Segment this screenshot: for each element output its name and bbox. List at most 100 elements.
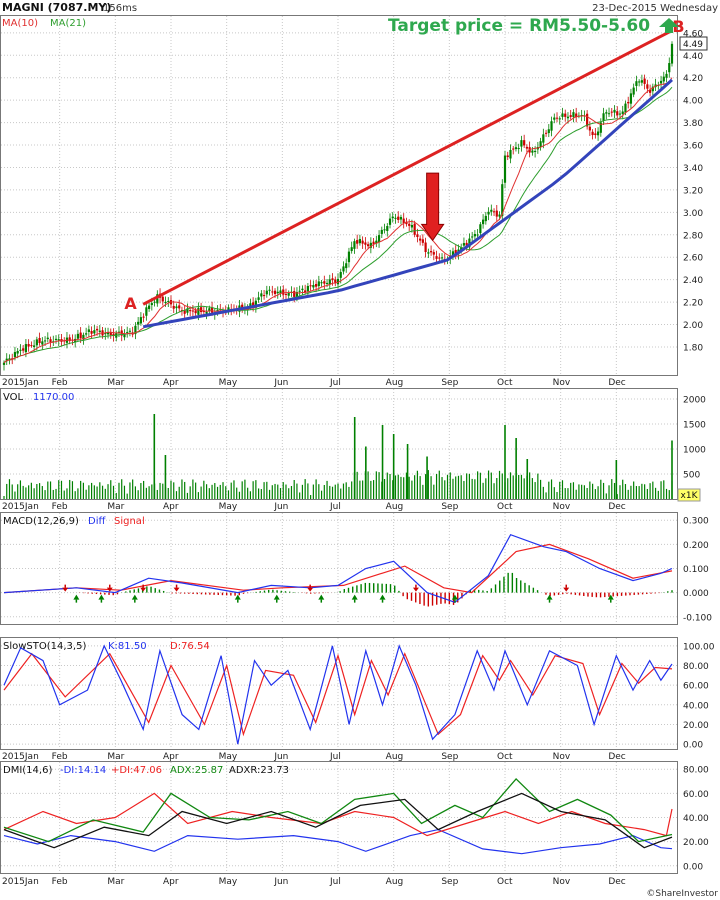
- candle-body: [495, 210, 498, 217]
- y-tick-label: 80.00: [683, 662, 709, 672]
- candle-body: [479, 224, 482, 234]
- y-tick-label: 2.40: [683, 276, 703, 286]
- volume-scale: x1K: [681, 491, 699, 501]
- candle-body: [150, 303, 153, 306]
- x-tick-label: Jun: [273, 378, 288, 388]
- candle-body: [147, 305, 151, 309]
- sto-title: SlowSTO(14,3,5): [3, 641, 86, 652]
- x-tick-label: Feb: [52, 877, 68, 887]
- candle-body: [487, 211, 490, 215]
- y-tick-label: 1000: [683, 446, 706, 456]
- candle-body: [613, 109, 616, 113]
- x-tick-label: Jun: [273, 752, 288, 762]
- x-tick-label: Jul: [329, 378, 341, 388]
- candle-body: [191, 310, 195, 312]
- candle-body: [539, 141, 542, 148]
- grid-lines: [1, 16, 677, 873]
- macd-signal-markers: [62, 584, 614, 603]
- candle-body: [38, 338, 41, 343]
- candle-body: [432, 252, 435, 255]
- candle-body: [342, 266, 345, 272]
- candle-body: [424, 242, 427, 252]
- x-tick-label: Sep: [441, 378, 458, 388]
- candle-body: [665, 73, 668, 78]
- candle-body: [662, 76, 665, 82]
- candle-body: [95, 328, 99, 331]
- y-tick-label: 3.60: [683, 142, 703, 152]
- buy-marker-icon: [318, 594, 325, 600]
- candle-body: [189, 310, 192, 312]
- x-tick-label: Nov: [553, 877, 571, 887]
- buy-marker-icon: [273, 594, 280, 600]
- candle-body: [345, 263, 348, 269]
- month-axis: 2015Jan Feb Mar Apr May Jun Jul Aug Sep Oct Nov Dec…: [2, 378, 626, 887]
- candle-body: [139, 317, 142, 324]
- y-tick-label: 2.60: [683, 254, 703, 264]
- candle-body: [161, 296, 164, 302]
- candle-body: [643, 78, 646, 84]
- candle-body: [668, 63, 671, 73]
- candle-body: [484, 215, 487, 222]
- candle-body: [506, 155, 509, 158]
- value-axis: 1.80 2.00 2.20 2.40 2.60 2.80 3.00 3.20 3.40 3.60…: [683, 29, 715, 872]
- candle-body: [421, 239, 424, 243]
- candle-body: [323, 281, 326, 284]
- x-tick-label: Apr: [163, 877, 179, 887]
- candle-body: [525, 146, 529, 149]
- sell-marker-icon: [173, 587, 180, 592]
- x-tick-label: Mar: [107, 752, 124, 762]
- candle-body: [298, 290, 301, 292]
- x-tick-label: Feb: [52, 502, 68, 512]
- y-tick-label: 0.00: [683, 741, 703, 751]
- x-tick-label: May: [219, 877, 238, 887]
- candle-body: [353, 241, 356, 249]
- ma-slow-line: [3, 86, 673, 364]
- candle-body: [503, 155, 507, 183]
- candle-body: [175, 306, 178, 309]
- candle-body: [306, 285, 309, 292]
- x-tick-label: Aug: [386, 378, 404, 388]
- point-a-label: A: [124, 294, 137, 313]
- candle-body: [98, 330, 101, 332]
- candle-body: [427, 252, 430, 254]
- candle-body: [386, 226, 389, 231]
- candle-body: [492, 211, 496, 213]
- sto-d-legend: D:76.54: [170, 641, 210, 652]
- candle-body: [167, 301, 170, 303]
- candle-body: [670, 43, 674, 64]
- macd-signal-legend: Signal: [114, 516, 145, 527]
- buy-marker-icon: [73, 594, 80, 600]
- candle-body: [618, 113, 622, 115]
- x-tick-label: Oct: [497, 752, 513, 762]
- candle-body: [347, 251, 351, 263]
- volume-value: 1170.00: [33, 392, 74, 403]
- candle-body: [356, 240, 359, 244]
- x-tick-label: May: [219, 752, 238, 762]
- buy-marker-icon: [131, 594, 138, 600]
- candle-body: [205, 311, 208, 314]
- candle-body: [271, 291, 274, 293]
- candle-body: [273, 290, 277, 294]
- x-tick-label: Nov: [553, 378, 571, 388]
- candle-body: [416, 234, 419, 237]
- candle-body: [16, 350, 19, 354]
- candle-body: [320, 282, 323, 284]
- candle-body: [566, 116, 570, 119]
- buy-marker-icon: [451, 594, 458, 600]
- candle-body: [531, 150, 534, 153]
- candle-body: [260, 293, 263, 297]
- candle-body: [616, 111, 619, 116]
- candle-body: [476, 234, 479, 236]
- candle-body: [520, 140, 523, 147]
- chart-title: MAGNI (7087.MY): [2, 1, 111, 14]
- x-tick-label: Nov: [553, 502, 571, 512]
- candle-body: [544, 132, 548, 134]
- y-tick-label: 60.00: [683, 682, 709, 692]
- candle-body: [57, 339, 60, 341]
- candle-body: [142, 316, 145, 318]
- candle-body: [22, 348, 25, 351]
- candle-body: [498, 214, 501, 217]
- x-tick-label: Oct: [497, 877, 513, 887]
- x-tick-label: Nov: [553, 752, 571, 762]
- dmi-plus-line: [3, 792, 673, 837]
